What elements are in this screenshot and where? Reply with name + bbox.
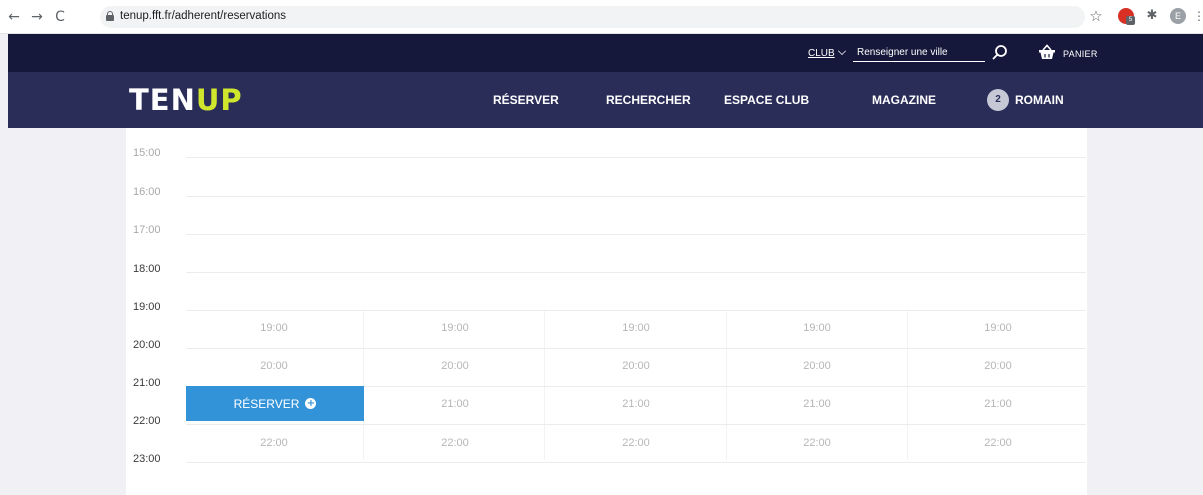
reservation-schedule: 15:00 16:00 17:00 18:00 19:00 20:00 21:0… [126, 128, 1087, 495]
time-slot[interactable]: 21:00 [367, 398, 543, 410]
hour-label: 15:00 [133, 147, 161, 159]
time-slot[interactable]: 21:00 [910, 398, 1086, 410]
forward-icon[interactable]: → [29, 9, 45, 25]
back-icon[interactable]: ← [6, 9, 22, 25]
tenup-logo[interactable]: TENUP [129, 83, 243, 117]
grid-line [186, 234, 1086, 235]
column-divider [907, 310, 908, 460]
grid-line [186, 196, 1086, 197]
extensions-puzzle-icon[interactable]: ✱ [1144, 8, 1160, 24]
time-slot[interactable]: 19:00 [729, 322, 905, 334]
hour-label: 21:00 [133, 377, 161, 389]
grid-line [186, 424, 1086, 425]
grid-line [186, 310, 1086, 311]
reserve-button[interactable]: RÉSERVER + [186, 386, 364, 421]
hour-label: 19:00 [133, 301, 161, 313]
city-search-input[interactable] [853, 44, 985, 62]
hour-label: 18:00 [133, 263, 161, 275]
extension-badge: 5 [1126, 16, 1135, 25]
hour-label: 17:00 [133, 224, 161, 236]
logo-ten: TEN [129, 83, 196, 117]
url-text: tenup.fft.fr/adherent/reservations [120, 10, 286, 22]
browser-toolbar: ← → C tenup.fft.fr/adherent/reservations… [0, 0, 1203, 34]
search-icon[interactable] [992, 44, 1008, 60]
time-slot[interactable]: 20:00 [729, 360, 905, 372]
profile-avatar-icon[interactable]: E [1170, 8, 1186, 24]
chevron-down-icon[interactable] [838, 47, 846, 55]
time-slot[interactable]: 22:00 [186, 437, 362, 449]
time-slot[interactable]: 22:00 [548, 437, 724, 449]
browser-menu-icon[interactable]: ⋮ [1193, 8, 1203, 24]
hour-label: 20:00 [133, 339, 161, 351]
time-slot[interactable]: 20:00 [910, 360, 1086, 372]
nav-item-reserver[interactable]: RÉSERVER [493, 93, 559, 107]
bookmark-star-icon[interactable]: ☆ [1088, 8, 1104, 24]
column-divider [726, 310, 727, 460]
nav-item-rechercher[interactable]: RECHERCHER [606, 93, 691, 107]
grid-line [186, 157, 1086, 158]
reload-icon[interactable]: C [52, 9, 68, 25]
address-bar[interactable]: tenup.fft.fr/adherent/reservations [100, 6, 1085, 28]
column-divider [544, 310, 545, 460]
lock-icon [106, 11, 114, 21]
user-avatar[interactable]: 2 [987, 89, 1009, 111]
time-slot[interactable]: 19:00 [910, 322, 1086, 334]
user-name[interactable]: ROMAIN [1015, 93, 1064, 107]
reserve-button-label: RÉSERVER [233, 396, 300, 411]
time-slot[interactable]: 22:00 [910, 437, 1086, 449]
nav-item-magazine[interactable]: MAGAZINE [872, 93, 936, 107]
extension-icon[interactable]: 5 [1118, 8, 1135, 25]
hour-label: 16:00 [133, 186, 161, 198]
time-slot[interactable]: 20:00 [548, 360, 724, 372]
main-navigation: TENUP RÉSERVER RECHERCHER ESPACE CLUB MA… [8, 72, 1203, 128]
grid-line [186, 462, 1086, 463]
time-slot[interactable]: 21:00 [548, 398, 724, 410]
time-slot[interactable]: 20:00 [186, 360, 362, 372]
club-select[interactable]: CLUB [808, 48, 835, 59]
basket-icon[interactable] [1038, 44, 1056, 60]
column-divider [363, 310, 364, 460]
hour-label: 23:00 [133, 453, 161, 465]
cart-label[interactable]: PANIER [1063, 49, 1098, 59]
nav-item-espace-club[interactable]: ESPACE CLUB [724, 93, 809, 107]
site-top-bar: CLUB PANIER [8, 34, 1203, 72]
grid-line [186, 348, 1086, 349]
time-slot[interactable]: 19:00 [186, 322, 362, 334]
time-slot[interactable]: 22:00 [367, 437, 543, 449]
time-slot[interactable]: 22:00 [729, 437, 905, 449]
time-slot[interactable]: 19:00 [367, 322, 543, 334]
time-slot[interactable]: 20:00 [367, 360, 543, 372]
time-slot[interactable]: 19:00 [548, 322, 724, 334]
hour-label: 22:00 [133, 415, 161, 427]
plus-circle-icon: + [305, 398, 317, 409]
grid-line [186, 272, 1086, 273]
logo-up: UP [195, 83, 243, 117]
time-slot[interactable]: 21:00 [729, 398, 905, 410]
